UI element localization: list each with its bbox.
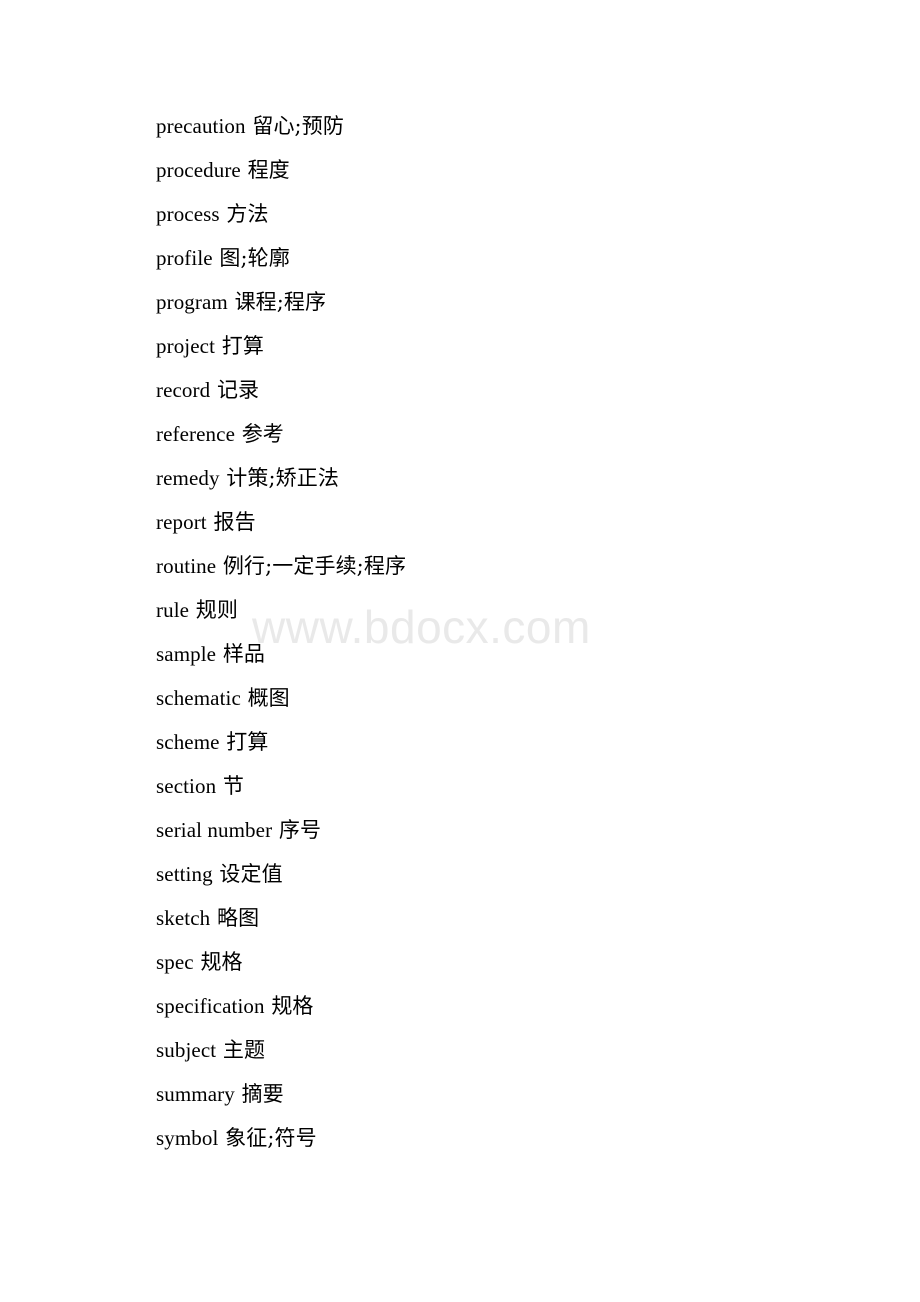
entry-term: process	[156, 202, 220, 226]
vocabulary-entry: section 节	[156, 764, 856, 808]
entry-gloss: 规格	[271, 994, 314, 1018]
entry-gloss: 打算	[221, 334, 264, 358]
entry-gloss: 方法	[226, 202, 269, 226]
vocabulary-entry: specification 规格	[156, 984, 856, 1028]
entry-term: sample	[156, 642, 217, 666]
entry-gloss: 主题	[222, 1038, 266, 1062]
entry-term: procedure	[156, 158, 241, 182]
vocabulary-entry: setting 设定值	[156, 852, 856, 896]
entry-gloss: 略图	[216, 906, 260, 930]
entry-gloss: 参考	[241, 422, 284, 446]
vocabulary-list: precaution 留心;预防 procedure 程度 process 方法 profi…	[156, 104, 856, 1160]
vocabulary-entry: sketch 略图	[156, 896, 856, 940]
vocabulary-entry: routine 例行;一定手续;程序	[156, 544, 856, 588]
entry-term: routine	[156, 554, 217, 578]
vocabulary-entry: spec 规格	[156, 940, 856, 984]
vocabulary-entry: profile 图;轮廓	[156, 236, 856, 280]
entry-gloss: 象征;符号	[225, 1126, 317, 1150]
entry-gloss: 样品	[222, 642, 266, 666]
vocabulary-entry: rule 规则	[156, 588, 856, 632]
entry-gloss: 报告	[213, 510, 256, 534]
vocabulary-entry: schematic 概图	[156, 676, 856, 720]
entry-term: scheme	[156, 730, 220, 754]
entry-term: sketch	[156, 906, 211, 930]
entry-term: setting	[156, 862, 213, 886]
entry-gloss: 规则	[195, 598, 238, 622]
document-page: www.bdocx.com precaution 留心;预防 procedure 程度…	[0, 0, 920, 1302]
vocabulary-entry: record 记录	[156, 368, 856, 412]
entry-gloss: 序号	[278, 818, 322, 842]
entry-term: precaution	[156, 114, 246, 138]
entry-term: summary	[156, 1082, 235, 1106]
entry-term: rule	[156, 598, 190, 622]
entry-gloss: 记录	[216, 378, 260, 402]
entry-gloss: 图;轮廓	[219, 246, 290, 270]
vocabulary-entry: sample 样品	[156, 632, 856, 676]
entry-term: program	[156, 290, 228, 314]
vocabulary-entry: report 报告	[156, 500, 856, 544]
entry-gloss: 摘要	[241, 1082, 284, 1106]
entry-gloss: 打算	[226, 730, 269, 754]
entry-term: specification	[156, 994, 265, 1018]
entry-term: spec	[156, 950, 194, 974]
entry-gloss: 程度	[247, 158, 290, 182]
vocabulary-entry: serial number 序号	[156, 808, 856, 852]
vocabulary-entry: subject 主题	[156, 1028, 856, 1072]
vocabulary-entry: remedy 计策;矫正法	[156, 456, 856, 500]
entry-term: profile	[156, 246, 213, 270]
entry-gloss: 例行;一定手续;程序	[222, 554, 407, 578]
entry-term: reference	[156, 422, 235, 446]
entry-gloss: 设定值	[219, 862, 283, 886]
entry-term: symbol	[156, 1126, 219, 1150]
entry-gloss: 课程;程序	[234, 290, 327, 314]
entry-gloss: 留心;预防	[252, 114, 344, 138]
vocabulary-entry: precaution 留心;预防	[156, 104, 856, 148]
vocabulary-entry: scheme 打算	[156, 720, 856, 764]
entry-term: serial number	[156, 818, 273, 842]
entry-gloss: 规格	[200, 950, 243, 974]
entry-term: project	[156, 334, 216, 358]
entry-term: schematic	[156, 686, 241, 710]
entry-gloss: 节	[222, 774, 245, 798]
entry-term: subject	[156, 1038, 217, 1062]
entry-gloss: 概图	[247, 686, 290, 710]
vocabulary-entry: program 课程;程序	[156, 280, 856, 324]
vocabulary-entry: procedure 程度	[156, 148, 856, 192]
vocabulary-entry: summary 摘要	[156, 1072, 856, 1116]
entry-term: section	[156, 774, 217, 798]
vocabulary-entry: project 打算	[156, 324, 856, 368]
vocabulary-entry: reference 参考	[156, 412, 856, 456]
entry-term: record	[156, 378, 211, 402]
vocabulary-entry: symbol 象征;符号	[156, 1116, 856, 1160]
vocabulary-entry: process 方法	[156, 192, 856, 236]
entry-gloss: 计策;矫正法	[226, 466, 339, 490]
entry-term: report	[156, 510, 207, 534]
entry-term: remedy	[156, 466, 220, 490]
